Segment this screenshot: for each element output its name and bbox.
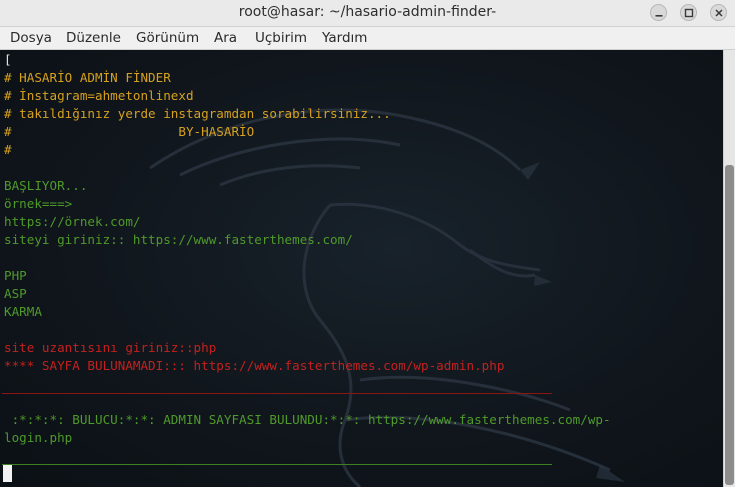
scrollbar-thumb[interactable] [725, 165, 734, 485]
terminal-cursor [3, 465, 12, 482]
terminal-line: BAŞLIYOR... [4, 178, 88, 193]
close-button[interactable] [710, 4, 727, 21]
terminal-area[interactable]: [ # HASARİO ADMİN FİNDER # İnstagram=ahm… [0, 50, 723, 487]
menu-ucbirim[interactable]: Uçbirim [255, 30, 307, 46]
terminal-line: PHP [4, 268, 27, 283]
terminal-line: örnek===> [4, 196, 73, 211]
maximize-icon [684, 8, 694, 18]
window-title: root@hasar: ~/hasario-admin-finder- [238, 4, 497, 20]
terminal-line: # [4, 142, 12, 157]
separator-line [2, 464, 552, 465]
terminal-line: [ [4, 52, 12, 67]
menu-dosya[interactable]: Dosya [10, 30, 52, 46]
terminal-window: root@hasar: ~/hasario-admin-finder- Dosy… [0, 0, 735, 487]
terminal-line: site uzantısını giriniz::php [4, 340, 217, 355]
separator-line [2, 393, 552, 394]
minimize-button[interactable] [650, 4, 667, 21]
maximize-button[interactable] [680, 4, 697, 21]
terminal-line: # İnstagram=ahmetonlinexd [4, 88, 194, 103]
terminal-line: login.php [4, 430, 73, 445]
close-icon [715, 9, 723, 17]
terminal-line: :*:*:*: BULUCU:*:*: ADMIN SAYFASI BULUND… [4, 412, 611, 427]
terminal-line: siteyi giriniz:: https://www.fastertheme… [4, 232, 353, 247]
terminal-line: # HASARİO ADMİN FİNDER [4, 70, 171, 85]
menu-yardim[interactable]: Yardım [322, 30, 367, 46]
minimize-icon [655, 15, 663, 17]
terminal-line: https://örnek.com/ [4, 214, 141, 229]
menu-duzenle[interactable]: Düzenle [66, 30, 121, 46]
terminal-line: KARMA [4, 304, 42, 319]
menu-bar: Dosya Düzenle Görünüm Ara Uçbirim Yardım [0, 27, 735, 50]
terminal-line: # takıldığınız yerde instagramdan sorabi… [4, 106, 391, 121]
terminal-line: **** SAYFA BULUNAMADI::: https://www.fas… [4, 358, 505, 373]
menu-ara[interactable]: Ara [214, 30, 237, 46]
terminal-line: # BY-HASARİO [4, 124, 255, 139]
terminal-line: ASP [4, 286, 27, 301]
menu-gorunum[interactable]: Görünüm [136, 30, 199, 46]
title-bar[interactable]: root@hasar: ~/hasario-admin-finder- [0, 0, 735, 27]
